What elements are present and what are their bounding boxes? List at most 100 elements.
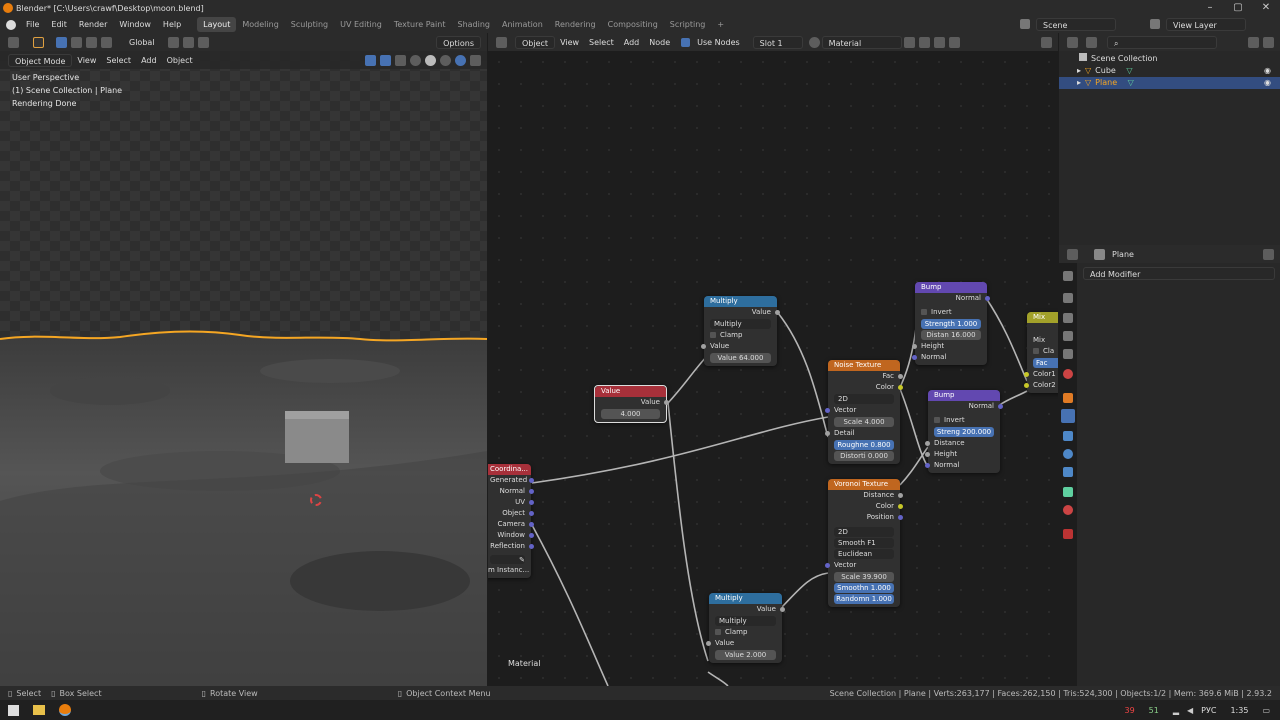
voronoi-dimensions-dropdown[interactable]: 2D xyxy=(834,527,894,537)
output-socket[interactable] xyxy=(998,404,1003,409)
select-mode-subtract-icon[interactable] xyxy=(86,36,97,48)
outliner-scene-collection[interactable]: Scene Collection xyxy=(1059,53,1280,65)
tab-texture-paint[interactable]: Texture Paint xyxy=(388,17,452,32)
output-tab-icon[interactable] xyxy=(1063,313,1073,323)
value-node-field[interactable]: 4.000 xyxy=(601,409,660,419)
output-socket[interactable] xyxy=(529,478,534,483)
material-tab-icon[interactable] xyxy=(1063,505,1073,515)
noise-distortion-field[interactable]: Distorti 0.000 xyxy=(834,451,894,461)
3d-cursor-icon[interactable] xyxy=(310,494,322,506)
bump-node-1-invert[interactable]: Invert xyxy=(915,307,987,318)
visibility-eye-icon[interactable]: ◉ xyxy=(1264,65,1271,77)
shading-material-icon[interactable] xyxy=(440,54,451,66)
bump-node-1[interactable]: Bump Normal Invert Strength 1.000 Distan… xyxy=(912,282,990,365)
xray-toggle-icon[interactable] xyxy=(395,54,406,66)
fake-user-icon[interactable] xyxy=(903,36,915,48)
invert-checkbox[interactable] xyxy=(934,417,940,423)
input-socket[interactable] xyxy=(1024,383,1029,388)
expand-arrow-icon[interactable]: ▸ xyxy=(1077,66,1081,75)
tab-scripting[interactable]: Scripting xyxy=(664,17,712,32)
coord-object-field[interactable]: ✎ xyxy=(490,555,525,564)
view-layer-tab-icon[interactable] xyxy=(1063,331,1073,341)
shading-solid-icon[interactable] xyxy=(425,54,436,66)
blender-menu-icon[interactable] xyxy=(6,19,16,30)
output-socket[interactable] xyxy=(780,607,785,612)
select-mode-invert-icon[interactable] xyxy=(101,36,112,48)
tool-tab-icon[interactable] xyxy=(1063,271,1073,281)
voronoi-metric-dropdown[interactable]: Euclidean xyxy=(834,549,894,559)
texture-tab-icon[interactable] xyxy=(1063,529,1073,539)
output-socket[interactable] xyxy=(529,533,534,538)
properties-type-icon[interactable] xyxy=(1067,248,1078,260)
world-tab-icon[interactable] xyxy=(1063,369,1073,379)
pivot-icon[interactable] xyxy=(167,36,179,48)
input-socket[interactable] xyxy=(925,452,930,457)
bump-node-1-strength-field[interactable]: Strength 1.000 xyxy=(921,319,981,329)
new-collection-icon[interactable] xyxy=(1263,36,1274,48)
output-socket[interactable] xyxy=(529,544,534,549)
output-socket[interactable] xyxy=(529,511,534,516)
node-menu-node[interactable]: Node xyxy=(644,36,675,49)
noise-dimensions-dropdown[interactable]: 2D xyxy=(834,394,894,404)
tab-compositing[interactable]: Compositing xyxy=(602,17,664,32)
cube-object[interactable] xyxy=(285,411,349,463)
clamp-checkbox[interactable] xyxy=(1033,348,1039,354)
bump-node-1-distance-field[interactable]: Distan 16.000 xyxy=(921,330,981,340)
file-explorer-icon[interactable] xyxy=(33,705,45,715)
multiply-node-2[interactable]: Multiply Value Multiply Clamp Value Valu… xyxy=(706,593,785,663)
visibility-eye-icon[interactable]: ◉ xyxy=(1264,77,1271,89)
voronoi-randomness-field[interactable]: Randomn 1.000 xyxy=(834,594,894,604)
output-socket[interactable] xyxy=(898,515,903,520)
tab-modeling[interactable]: Modeling xyxy=(236,17,284,32)
expand-arrow-icon[interactable]: ▸ xyxy=(1077,78,1081,87)
multiply-node-1-header[interactable]: Multiply xyxy=(704,296,777,307)
multiply-node-2-value-field[interactable]: Value 2.000 xyxy=(715,650,776,660)
material-sphere-icon[interactable] xyxy=(808,36,820,48)
texture-coordinate-header[interactable]: Coordina... xyxy=(488,464,531,475)
noise-roughness-field[interactable]: Roughne 0.800 xyxy=(834,440,894,450)
bump-node-2[interactable]: Bump Normal Invert Streng 200.000 Distan… xyxy=(925,390,1003,473)
input-socket[interactable] xyxy=(825,408,830,413)
invert-checkbox[interactable] xyxy=(921,309,927,315)
view-layer-selector[interactable]: View Layer xyxy=(1166,18,1246,31)
bump-node-1-header[interactable]: Bump xyxy=(915,282,987,293)
pause-render-icon[interactable] xyxy=(470,54,481,66)
taskbar-clock[interactable]: 1:35 xyxy=(1230,706,1248,715)
unlink-material-icon[interactable] xyxy=(933,36,945,48)
output-socket[interactable] xyxy=(775,310,780,315)
output-socket[interactable] xyxy=(898,385,903,390)
mix-node[interactable]: Mix Mix Cla Fac Color1 Color2 xyxy=(1024,312,1058,393)
shader-type-dropdown[interactable]: Object xyxy=(515,35,556,49)
material-name-field[interactable]: Material xyxy=(821,35,902,49)
scene-tab-icon[interactable] xyxy=(1063,349,1073,359)
multiply-node-1[interactable]: Multiply Value Multiply Clamp Value Valu… xyxy=(701,296,780,366)
node-menu-select[interactable]: Select xyxy=(584,36,619,49)
viewport-menu-select[interactable]: Select xyxy=(101,54,136,67)
mix-node-header[interactable]: Mix xyxy=(1027,312,1058,323)
bump-node-2-header[interactable]: Bump xyxy=(928,390,1000,401)
modifier-tab-icon[interactable] xyxy=(1061,409,1075,423)
output-socket[interactable] xyxy=(898,504,903,509)
windows-start-icon[interactable] xyxy=(8,704,19,716)
input-socket[interactable] xyxy=(1024,372,1029,377)
bump-node-2-strength-field[interactable]: Streng 200.000 xyxy=(934,427,994,437)
input-socket[interactable] xyxy=(701,344,706,349)
3d-viewport[interactable]: User Perspective (1) Scene Collection | … xyxy=(0,51,487,686)
tray-badge-51[interactable]: 51 xyxy=(1149,706,1159,715)
clamp-checkbox[interactable] xyxy=(710,332,716,338)
physics-tab-icon[interactable] xyxy=(1063,449,1073,459)
network-icon[interactable]: ▂ xyxy=(1173,706,1179,715)
voronoi-feature-dropdown[interactable]: Smooth F1 xyxy=(834,538,894,548)
input-socket[interactable] xyxy=(706,641,711,646)
volume-icon[interactable]: ◀ xyxy=(1187,706,1193,715)
node-editor-type-icon[interactable] xyxy=(496,36,507,48)
viewport-menu-object[interactable]: Object xyxy=(162,54,198,67)
tab-layout[interactable]: Layout xyxy=(197,17,237,32)
noise-texture-header[interactable]: Noise Texture xyxy=(828,360,900,371)
multiply-node-1-clamp[interactable]: Clamp xyxy=(704,330,777,341)
use-nodes-checkbox[interactable] xyxy=(681,37,691,47)
texture-coordinate-node[interactable]: Coordina... Generated Normal UV Object C… xyxy=(488,464,534,578)
proportional-edit-icon[interactable] xyxy=(197,36,209,48)
shading-rendered-icon[interactable] xyxy=(455,54,466,66)
options-dropdown[interactable]: Options xyxy=(436,35,481,49)
